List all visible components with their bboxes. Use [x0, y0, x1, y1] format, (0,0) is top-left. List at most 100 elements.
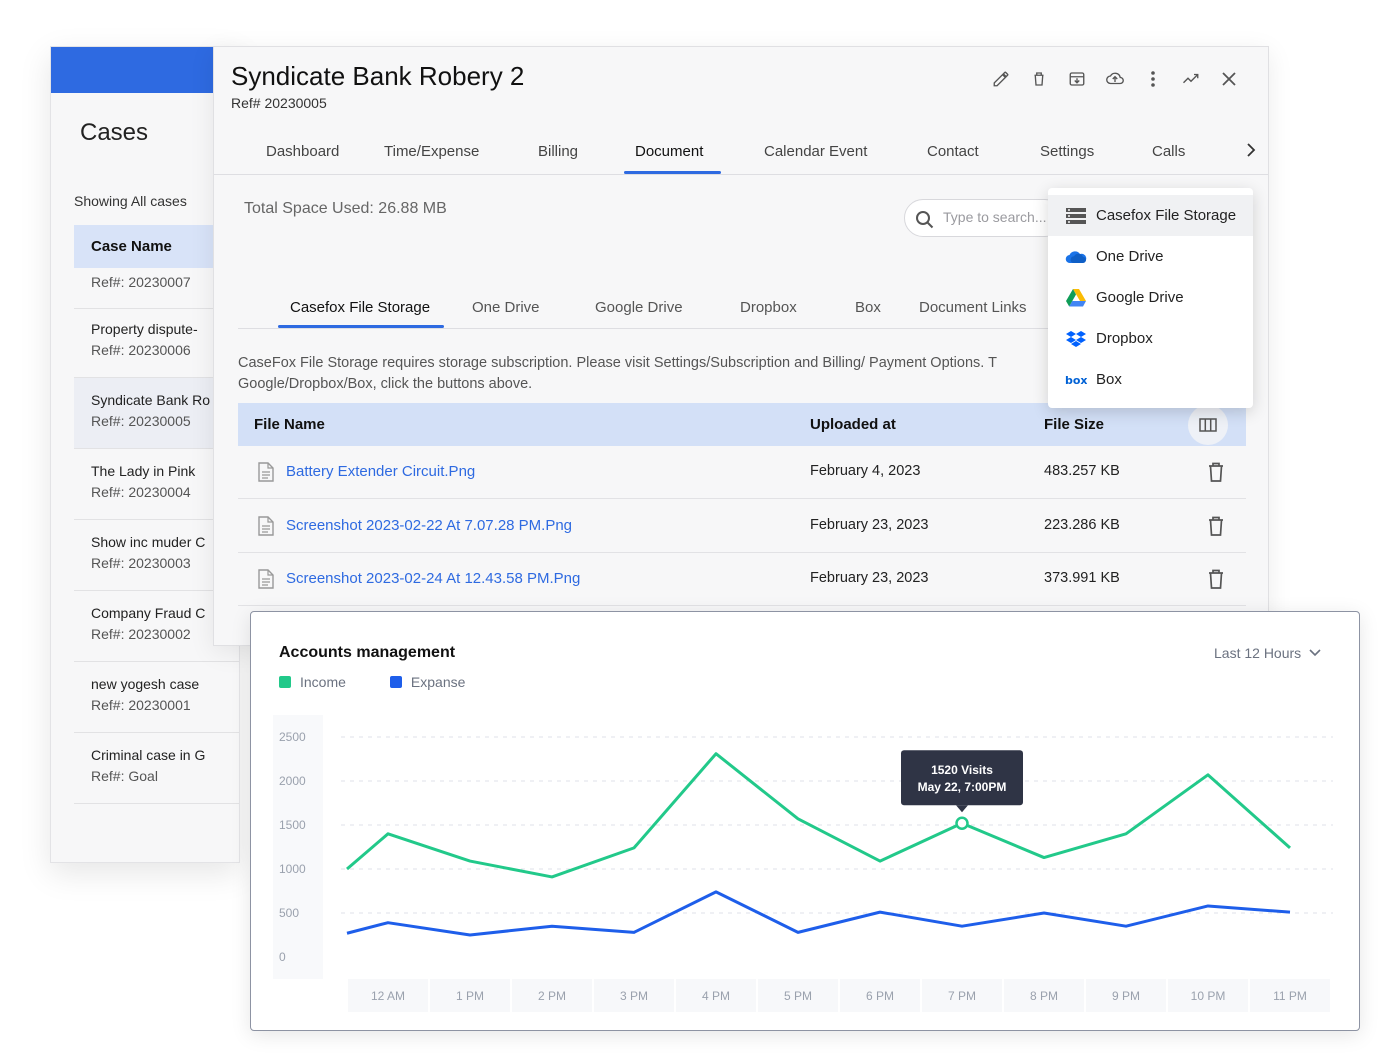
search-box	[904, 199, 1064, 237]
menu-item-label: Box	[1096, 371, 1122, 388]
y-tick-label: 1500	[279, 818, 306, 832]
case-ref: Ref#: 20230001	[91, 697, 191, 713]
menu-item-casefox-file-storage[interactable]: Casefox File Storage	[1048, 195, 1253, 236]
y-tick-label: 0	[279, 950, 286, 964]
storage-notice-line-2: Google/Dropbox/Box, click the buttons ab…	[238, 376, 533, 392]
file-name-link[interactable]: Screenshot 2023-02-22 At 7.07.28 PM.Png	[286, 517, 572, 534]
tab-billing[interactable]: Billing	[538, 143, 578, 160]
case-ref: Ref#: Goal	[91, 768, 158, 784]
cloud-upload-icon[interactable]	[1096, 67, 1134, 91]
trash-icon[interactable]	[1208, 516, 1224, 541]
tab-time-expense[interactable]: Time/Expense	[384, 143, 479, 160]
x-tick-label: 8 PM	[1030, 989, 1058, 1003]
y-tick-label: 500	[279, 906, 299, 920]
menu-item-one-drive[interactable]: One Drive	[1048, 236, 1253, 277]
accounts-line-chart: 2500 2000 1500 1000 500 0 12 AM 1 PM 2 PM 3 PM 4 P…	[273, 715, 1333, 1012]
tab-box[interactable]: Box	[855, 299, 881, 316]
tab-contact[interactable]: Contact	[927, 143, 979, 160]
close-icon[interactable]	[1210, 67, 1248, 91]
search-input[interactable]	[943, 209, 1055, 225]
accounts-management-card: Accounts management Last 12 Hours Income…	[250, 611, 1360, 1031]
search-icon	[916, 211, 934, 229]
trash-icon[interactable]	[1208, 462, 1224, 487]
case-name: Criminal case in G	[91, 747, 206, 763]
box-icon: box	[1065, 371, 1087, 389]
highlight-point	[955, 816, 969, 830]
tab-dashboard[interactable]: Dashboard	[266, 143, 339, 160]
case-tabs: Dashboard Time/Expense Billing Document …	[214, 131, 1268, 175]
x-tick-label: 9 PM	[1112, 989, 1140, 1003]
case-list-item[interactable]: Criminal case in G Ref#: Goal	[74, 733, 239, 804]
cases-window: Cases Showing All cases Case Name Ref#: …	[50, 46, 240, 863]
storage-notice: CaseFox File Storage requires storage su…	[238, 353, 1058, 395]
tab-one-drive[interactable]: One Drive	[472, 299, 540, 316]
menu-item-label: Casefox File Storage	[1096, 207, 1237, 224]
table-row: Battery Extender Circuit.Png February 4, …	[238, 446, 1246, 499]
file-icon	[258, 515, 274, 541]
file-name-link[interactable]: Battery Extender Circuit.Png	[286, 463, 475, 480]
x-tick-label: 2 PM	[538, 989, 566, 1003]
tooltip-arrow	[956, 805, 968, 813]
tooltip-time: May 22, 7:00PM	[918, 780, 1007, 794]
menu-item-box[interactable]: box Box	[1048, 359, 1253, 400]
x-tick-label: 5 PM	[784, 989, 812, 1003]
file-name-header[interactable]: File Name	[254, 416, 325, 433]
google-drive-icon	[1065, 288, 1087, 307]
tab-document-links[interactable]: Document Links	[919, 299, 1027, 316]
x-tick-label: 7 PM	[948, 989, 976, 1003]
server-icon	[1065, 207, 1087, 225]
columns-icon[interactable]	[1188, 405, 1228, 445]
tab-document[interactable]: Document	[635, 143, 703, 160]
x-tick-label: 4 PM	[702, 989, 730, 1003]
tab-calendar-event[interactable]: Calendar Event	[764, 143, 867, 160]
x-tick-label: 6 PM	[866, 989, 894, 1003]
x-tick-label: 12 AM	[371, 989, 405, 1003]
tab-casefox-file-storage[interactable]: Casefox File Storage	[290, 299, 430, 316]
storage-dropdown-menu: Casefox File Storage One Drive Google Dr…	[1048, 188, 1253, 408]
menu-item-google-drive[interactable]: Google Drive	[1048, 277, 1253, 318]
y-tick-label: 2500	[279, 730, 306, 744]
case-toolbar	[982, 67, 1248, 91]
menu-item-label: Dropbox	[1096, 330, 1153, 347]
trash-icon[interactable]	[1020, 67, 1058, 91]
file-size: 223.286 KB	[1044, 516, 1120, 533]
file-uploaded-at: February 23, 2023	[810, 570, 929, 586]
chevron-right-icon[interactable]	[1246, 143, 1256, 162]
tab-settings[interactable]: Settings	[1040, 143, 1094, 160]
file-size: 483.257 KB	[1044, 463, 1120, 479]
case-list-item[interactable]: new yogesh case Ref#: 20230001	[74, 662, 239, 733]
more-vert-icon[interactable]	[1134, 67, 1172, 91]
table-row: Screenshot 2023-02-22 At 7.07.28 PM.Png F…	[238, 500, 1246, 553]
file-uploaded-at: February 23, 2023	[810, 516, 929, 533]
file-size-header[interactable]: File Size	[1044, 416, 1104, 433]
trash-icon[interactable]	[1208, 569, 1224, 594]
case-name: new yogesh case	[91, 676, 200, 692]
y-axis-panel	[273, 715, 323, 979]
file-uploaded-at: February 4, 2023	[810, 463, 921, 479]
tab-dropbox[interactable]: Dropbox	[740, 299, 797, 316]
tab-google-drive[interactable]: Google Drive	[595, 299, 683, 316]
file-name-link[interactable]: Screenshot 2023-02-24 At 12.43.58 PM.Png	[286, 570, 580, 587]
table-row: Screenshot 2023-02-24 At 12.43.58 PM.Png…	[238, 553, 1246, 606]
uploaded-at-header[interactable]: Uploaded at	[810, 416, 896, 433]
tooltip-box	[901, 750, 1023, 806]
archive-icon[interactable]	[1058, 67, 1096, 91]
active-tab-indicator	[624, 171, 721, 174]
onedrive-icon	[1065, 248, 1087, 266]
dropbox-icon	[1065, 330, 1087, 348]
pencil-icon[interactable]	[982, 67, 1020, 91]
case-ref: Ref# 20230005	[231, 95, 327, 111]
y-tick-label: 1000	[279, 862, 306, 876]
cases-header-bar	[51, 47, 239, 93]
cases-filter-label[interactable]: Showing All cases	[74, 193, 187, 209]
active-storage-tab-indicator	[278, 325, 444, 328]
x-tick-label: 10 PM	[1191, 989, 1226, 1003]
y-tick-label: 2000	[279, 774, 306, 788]
menu-item-dropbox[interactable]: Dropbox	[1048, 318, 1253, 359]
tab-calls[interactable]: Calls	[1152, 143, 1185, 160]
menu-item-label: Google Drive	[1096, 289, 1184, 306]
series-line-income	[346, 752, 1291, 879]
tooltip-value: 1520 Visits	[931, 763, 993, 777]
file-icon	[258, 569, 274, 594]
trending-icon[interactable]	[1172, 67, 1210, 91]
